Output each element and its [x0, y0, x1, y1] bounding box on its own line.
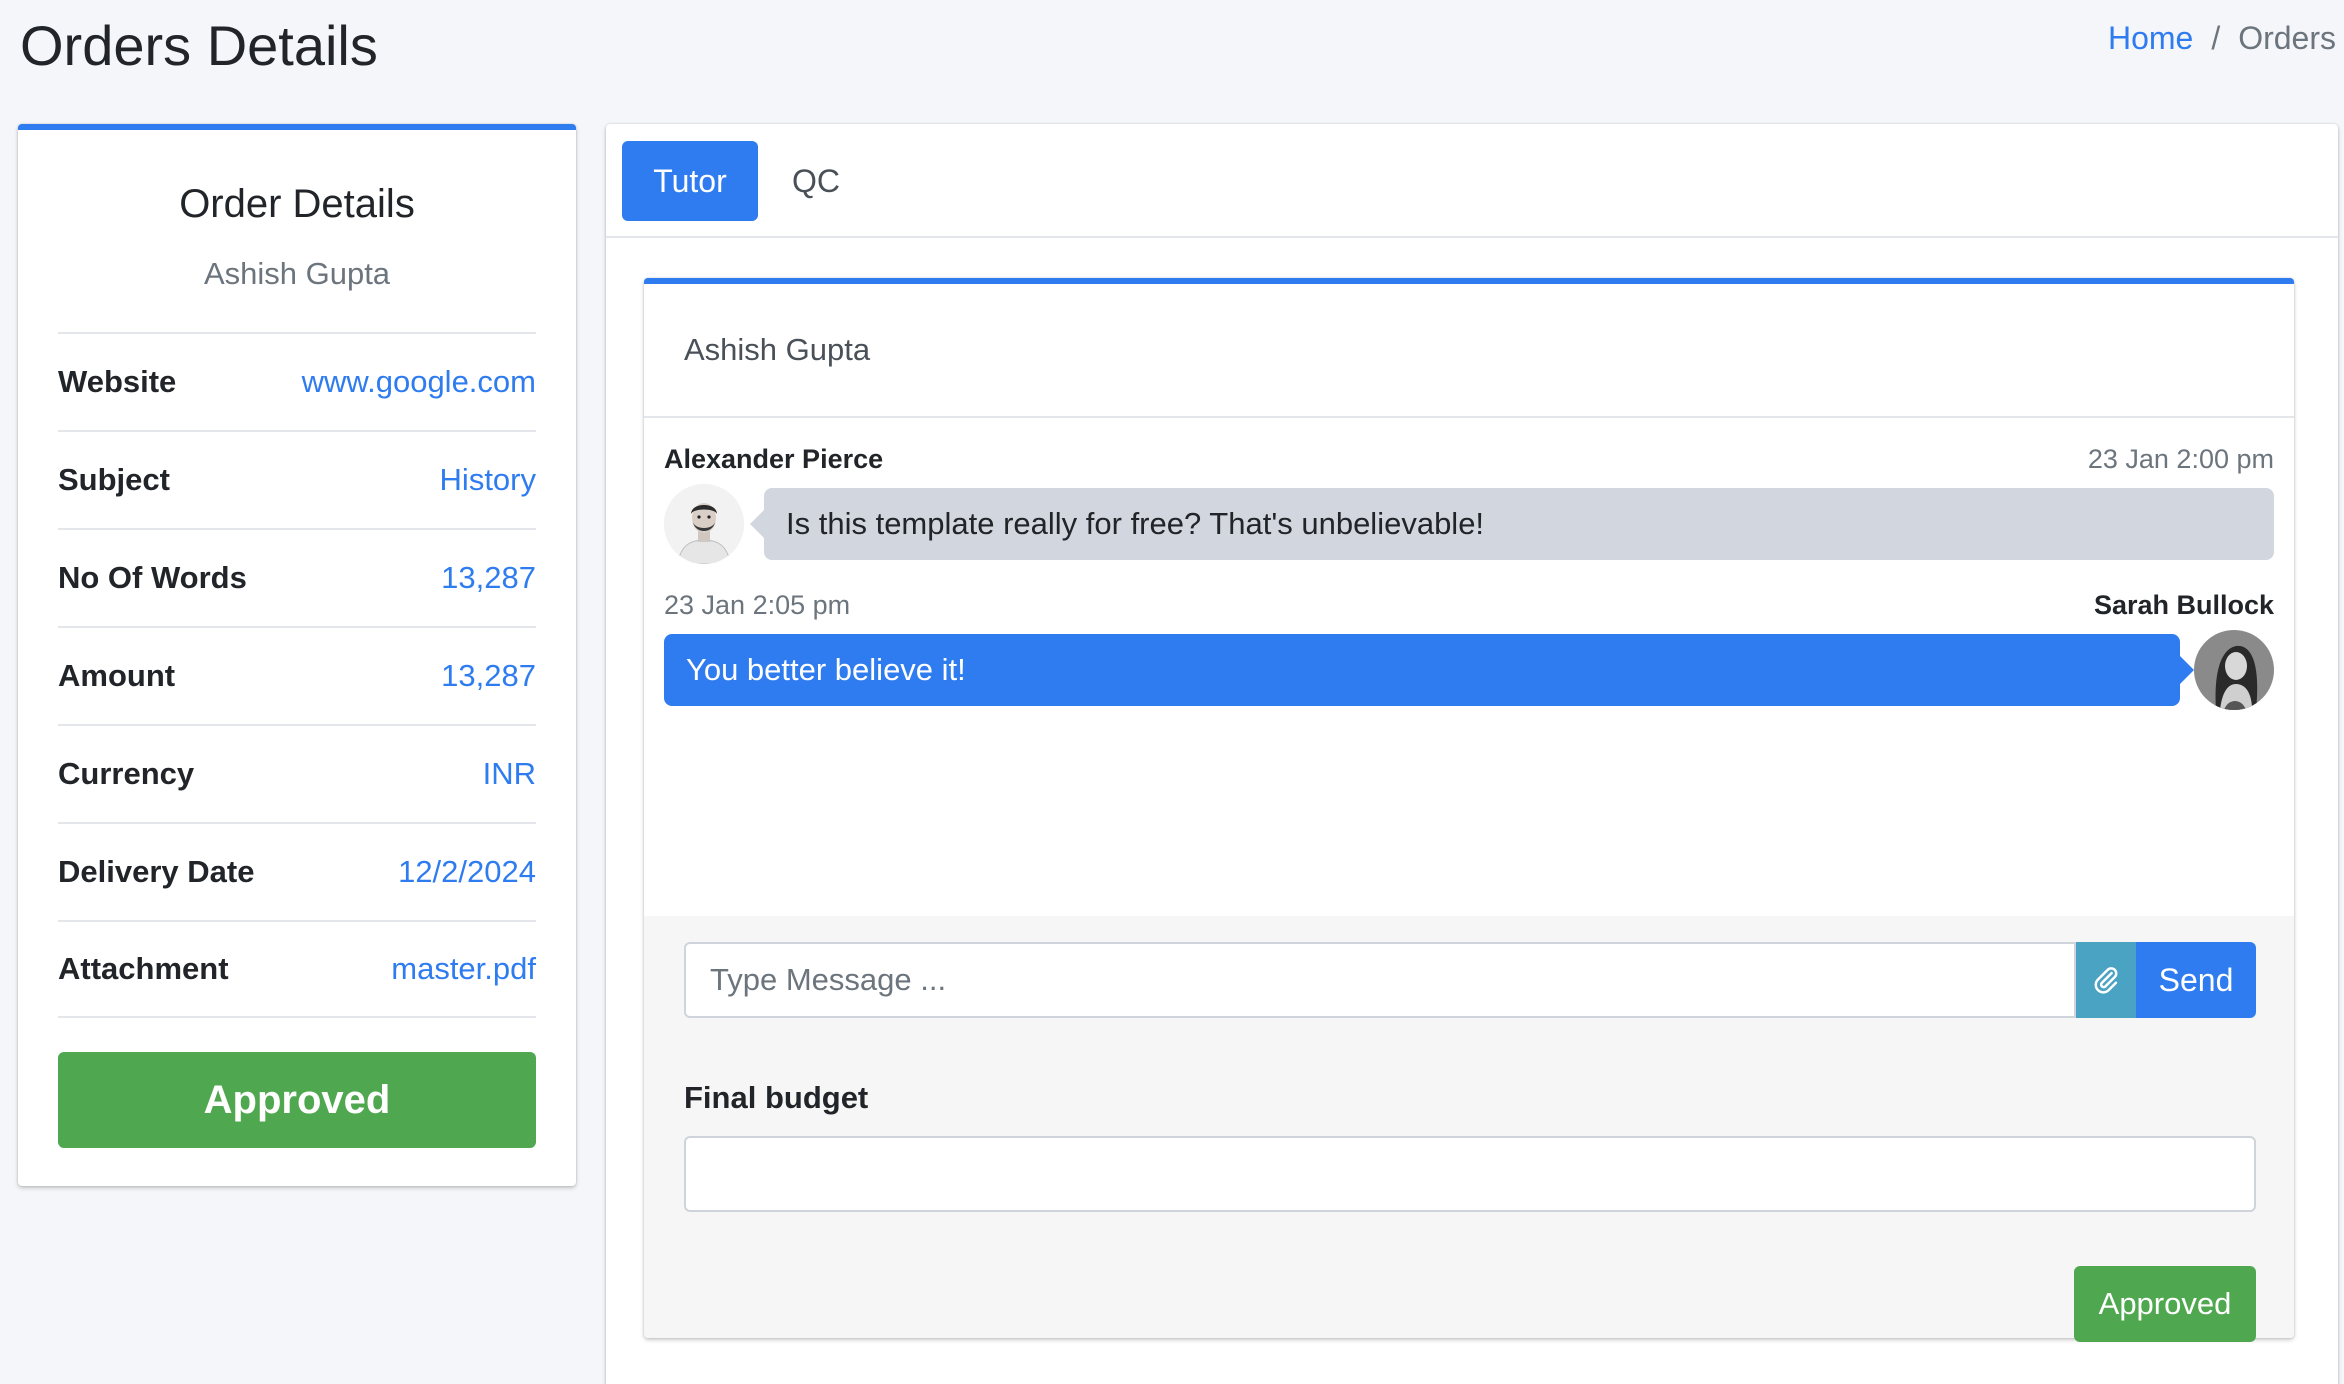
avatar — [2194, 630, 2274, 710]
message-bubble: You better believe it! — [664, 634, 2194, 706]
order-details-title: Order Details — [179, 182, 415, 226]
user-avatar-icon — [2194, 630, 2274, 710]
order-details-card: Order Details Ashish Gupta Website www.g… — [18, 124, 576, 1186]
message-sender: Alexander Pierce — [664, 444, 884, 474]
detail-row-currency: Currency INR — [58, 724, 536, 822]
tab-bar: Tutor QC — [606, 124, 2338, 238]
direct-chat-card: Ashish Gupta Alexander Pierce 23 Jan 2:0… — [644, 278, 2294, 1342]
tab-tutor[interactable]: Tutor — [622, 141, 758, 221]
message-input[interactable] — [684, 942, 2076, 1018]
detail-label: Delivery Date — [58, 854, 255, 889]
chat-footer: Send Final budget Approved — [644, 916, 2294, 1342]
send-button[interactable]: Send — [2136, 942, 2256, 1018]
detail-label: Currency — [58, 756, 195, 791]
detail-label: Website — [58, 364, 177, 399]
conversation-panel: Tutor QC Ashish Gupta Alexander Pierce 2… — [606, 124, 2338, 1384]
detail-label: Amount — [58, 658, 176, 693]
order-detail-list: Website www.google.com Subject History N… — [58, 332, 536, 1018]
message-time: 23 Jan 2:00 pm — [2087, 444, 2274, 474]
detail-label: Subject — [58, 462, 170, 497]
avatar — [664, 484, 744, 564]
breadcrumb-current: Orders — [2238, 20, 2336, 56]
detail-row-website: Website www.google.com — [58, 332, 536, 430]
detail-row-subject: Subject History — [58, 430, 536, 528]
customer-name: Ashish Gupta — [203, 256, 391, 291]
message-sender: Sarah Bullock — [2093, 590, 2274, 620]
message-meta: 23 Jan 2:05 pm Sarah Bullock — [664, 590, 2274, 621]
message-meta: Alexander Pierce 23 Jan 2:00 pm — [664, 444, 2274, 475]
user-avatar-icon — [664, 484, 744, 564]
website-link[interactable]: www.google.com — [302, 364, 536, 400]
detail-row-word-count: No Of Words 13,287 — [58, 528, 536, 626]
tab-qc[interactable]: QC — [778, 141, 854, 221]
chat-title: Ashish Gupta — [644, 284, 2294, 418]
attach-button[interactable] — [2076, 942, 2136, 1018]
message-time: 23 Jan 2:05 pm — [664, 590, 851, 620]
attachment-link[interactable]: master.pdf — [391, 951, 536, 987]
page-title: Orders Details — [20, 14, 378, 77]
breadcrumb-home-link[interactable]: Home — [2108, 18, 2193, 58]
detail-value: 13,287 — [441, 560, 536, 595]
approve-button[interactable]: Approved — [2074, 1266, 2256, 1342]
final-budget-label: Final budget — [684, 1080, 869, 1115]
breadcrumb: Home / Orders — [2108, 18, 2336, 58]
detail-label: Attachment — [58, 951, 229, 986]
message-bubble: Is this template really for free? That's… — [750, 488, 2274, 560]
detail-value: INR — [482, 756, 536, 791]
detail-row-attachment: Attachment master.pdf — [58, 920, 536, 1018]
paperclip-icon — [2094, 967, 2118, 994]
final-budget-input[interactable] — [684, 1136, 2256, 1212]
detail-label: No Of Words — [58, 560, 247, 595]
detail-row-amount: Amount 13,287 — [58, 626, 536, 724]
approved-status-button[interactable]: Approved — [58, 1052, 536, 1148]
detail-row-delivery-date: Delivery Date 12/2/2024 — [58, 822, 536, 920]
detail-value: 12/2/2024 — [398, 854, 536, 889]
breadcrumb-separator: / — [2211, 20, 2221, 56]
detail-value: History — [439, 462, 536, 497]
detail-value: 13,287 — [441, 658, 536, 693]
